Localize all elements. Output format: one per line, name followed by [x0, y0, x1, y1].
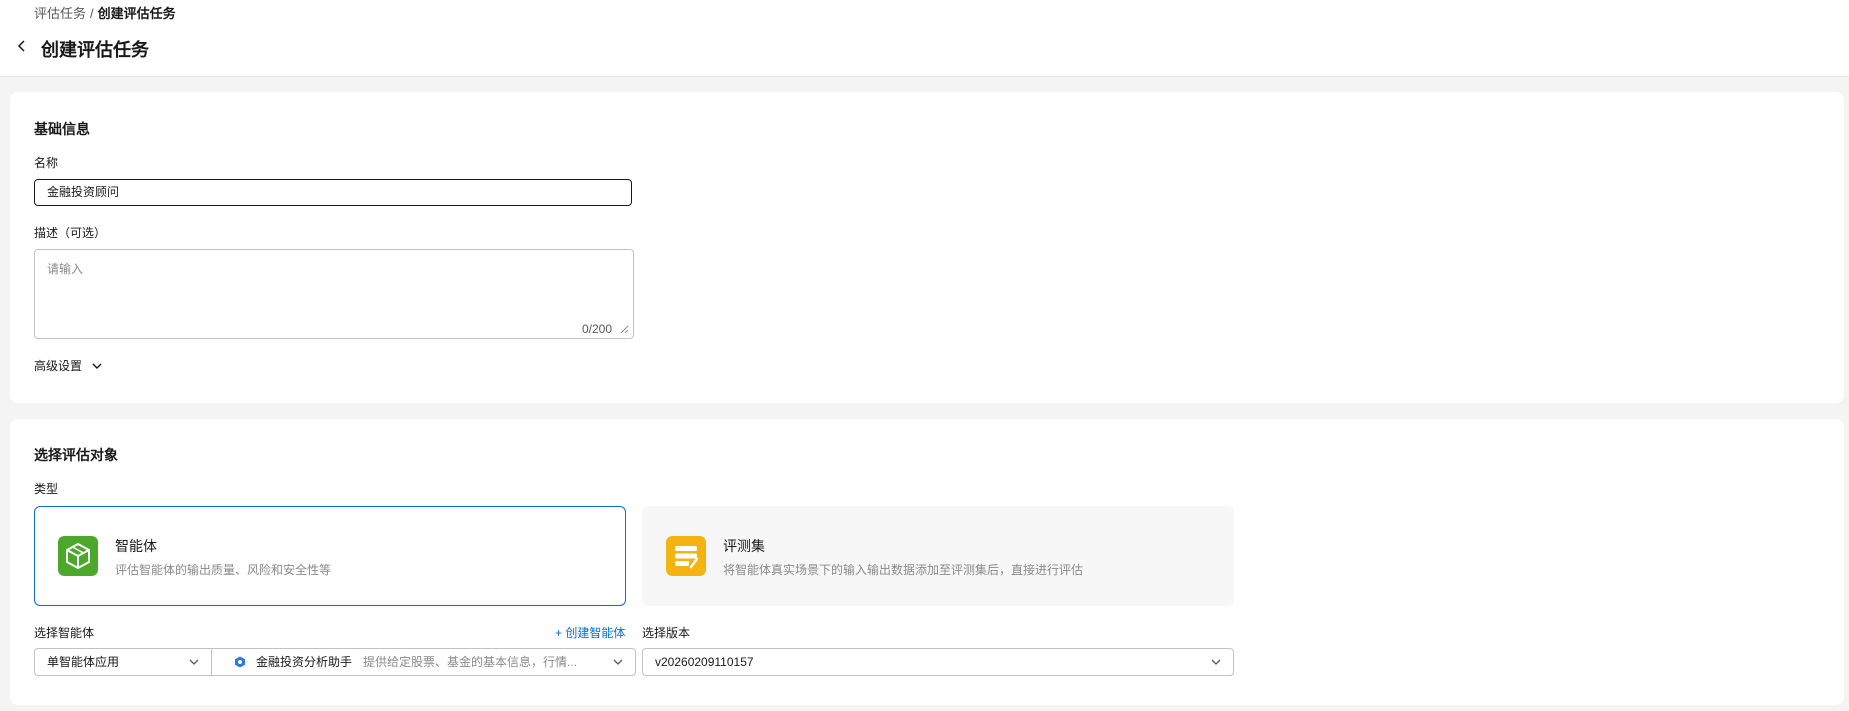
cube-icon: [58, 536, 98, 576]
create-agent-link[interactable]: + 创建智能体: [555, 624, 625, 641]
type-label: 类型: [34, 482, 59, 496]
evaluation-target-card: 选择评估对象 类型 智能体 评估智能体的输出质量、风险和安全性等 评测集 将智能…: [10, 419, 1844, 705]
page-title: 创建评估任务: [41, 40, 149, 60]
select-version-label: 选择版本: [642, 626, 691, 640]
description-placeholder: 请输入: [47, 262, 84, 276]
chevron-down-icon: [189, 659, 199, 665]
chevron-down-icon: [92, 363, 102, 369]
type-eval-set-name: 评测集: [723, 538, 765, 554]
type-option-agent[interactable]: 智能体 评估智能体的输出质量、风险和安全性等: [34, 506, 626, 606]
select-agent-label: 选择智能体: [34, 626, 95, 640]
type-agent-description: 评估智能体的输出质量、风险和安全性等: [115, 563, 332, 577]
basic-info-title: 基础信息: [34, 121, 90, 137]
evaluation-target-title: 选择评估对象: [34, 447, 118, 463]
back-arrow-icon[interactable]: [14, 38, 30, 54]
breadcrumb: 评估任务 / 创建评估任务: [34, 3, 176, 22]
advanced-settings-label: 高级设置: [34, 359, 83, 373]
type-agent-name: 智能体: [115, 538, 157, 554]
resize-handle-icon[interactable]: [619, 324, 629, 334]
agent-name: 金融投资分析助手: [256, 655, 353, 669]
agent-select[interactable]: 金融投资分析助手 提供给定股票、基金的基本信息，行情...: [211, 648, 636, 676]
breadcrumb-current: 创建评估任务: [97, 6, 176, 21]
agent-description: 提供给定股票、基金的基本信息，行情...: [363, 655, 578, 669]
advanced-settings-toggle[interactable]: 高级设置: [34, 357, 103, 374]
description-label: 描述（可选）: [34, 226, 107, 240]
type-option-eval-set[interactable]: 评测集 将智能体真实场景下的输入输出数据添加至评测集后，直接进行评估: [642, 506, 1234, 606]
agent-avatar-icon: [235, 656, 245, 668]
type-eval-set-description: 将智能体真实场景下的输入输出数据添加至评测集后，直接进行评估: [723, 563, 1084, 577]
breadcrumb-separator: /: [90, 6, 94, 21]
name-label: 名称: [34, 156, 59, 170]
breadcrumb-parent[interactable]: 评估任务: [34, 6, 86, 21]
chevron-down-icon: [1211, 659, 1221, 665]
page-header: 评估任务 / 创建评估任务 创建评估任务: [0, 0, 1849, 77]
chevron-down-icon: [613, 659, 623, 665]
basic-info-card: 基础信息 名称 金融投资顾问 描述（可选） 请输入 0/200 高级设置: [10, 92, 1844, 403]
version-value: v20260209110157: [655, 655, 754, 669]
version-select[interactable]: v20260209110157: [642, 648, 1234, 676]
description-textarea[interactable]: 请输入 0/200: [34, 249, 634, 339]
app-type-value: 单智能体应用: [47, 655, 120, 669]
description-char-counter: 0/200: [581, 322, 612, 336]
app-type-select[interactable]: 单智能体应用: [34, 648, 212, 676]
dataset-icon: [666, 536, 706, 576]
name-input[interactable]: 金融投资顾问: [34, 179, 632, 206]
